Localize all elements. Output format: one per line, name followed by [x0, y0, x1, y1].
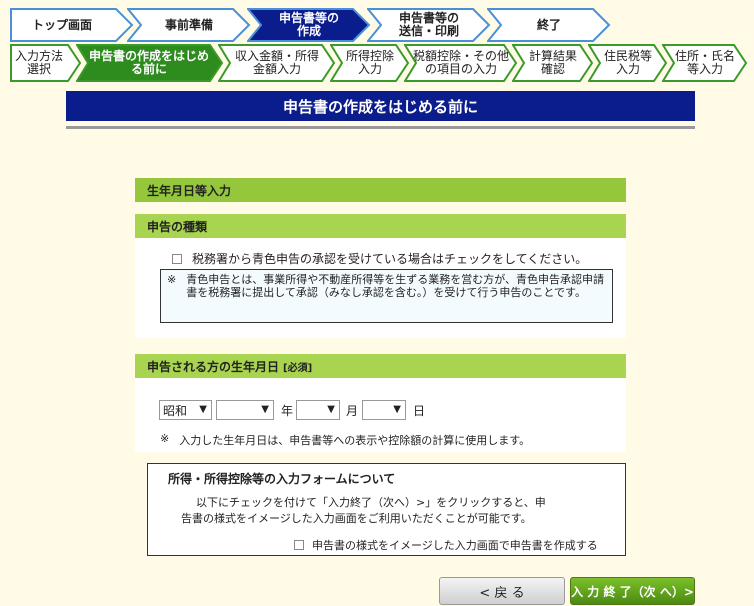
day-unit: 日 [413, 404, 426, 418]
birthdate-heading: 申告される方の生年月日 [147, 359, 280, 374]
substep-result-label: 計算結果 確認 [528, 49, 577, 76]
substep-income: 収入金額・所得 金額入力 [218, 44, 336, 82]
form-info-text-2: 告書の様式をイメージした入力画面をご利用いただくことが可能です。 [181, 512, 532, 525]
substep-tax-credit: 税額控除・その他 の項目の入力 [404, 44, 518, 82]
input-form-info-box: 所得・所得控除等の入力フォームについて 以下にチェックを付けて「入力終了（次へ）… [147, 463, 626, 556]
title-divider [66, 126, 695, 129]
substep-method: 入力方法 選択 [10, 44, 82, 82]
step-top: トップ画面 [10, 8, 134, 42]
era-select-value: 昭和 [163, 403, 188, 418]
era-select[interactable]: 昭和 ▼ [159, 400, 212, 420]
image-form-checkbox[interactable] [294, 540, 304, 550]
substep-before-label: 申告書の作成をはじめ る前に [88, 49, 209, 76]
step-send-label: 申告書等の 送信・印刷 [398, 11, 459, 38]
blue-return-checkbox[interactable] [172, 253, 182, 264]
year-unit: 年 [281, 404, 294, 418]
step-end-label: 終了 [536, 17, 561, 32]
next-button[interactable]: 入 力 終 了（次 へ）> [570, 577, 695, 605]
chevron-down-icon: ▼ [199, 404, 207, 415]
sub-step-bar: 入力方法 選択 申告書の作成をはじめ る前に 収入金額・所得 金額入力 所得控除… [10, 44, 754, 82]
section-header-birth-input: 生年月日等入力 [135, 178, 626, 202]
substep-result: 計算結果 確認 [512, 44, 594, 82]
step-create: 申告書等の 作成 [247, 8, 371, 42]
page-title: 申告書の作成をはじめる前に [66, 91, 695, 121]
substep-deduction: 所得控除 入力 [330, 44, 410, 82]
note-mark: ※ [160, 432, 170, 445]
month-select[interactable]: ▼ [296, 400, 340, 420]
image-form-option: 申告書の様式をイメージした入力画面で申告書を作成する [294, 537, 598, 553]
substep-before: 申告書の作成をはじめ る前に [76, 44, 224, 82]
substep-address-label: 住所・氏名 等入力 [674, 49, 735, 76]
section-header-filing-type: 申告の種類 [135, 214, 626, 238]
birthdate-note-text: 入力した生年月日は、申告書等への表示や控除額の計算に使用します。 [179, 434, 531, 447]
year-select[interactable]: ▼ [216, 400, 274, 420]
step-prep: 事前準備 [127, 8, 251, 42]
image-form-checkbox-label[interactable]: 申告書の様式をイメージした入力画面で申告書を作成する [312, 537, 598, 553]
step-create-label: 申告書等の 作成 [278, 11, 339, 38]
substep-address: 住所・氏名 等入力 [662, 44, 748, 82]
section-header-birthdate: 申告される方の生年月日 [必須] [135, 354, 626, 378]
chevron-down-icon: ▼ [393, 404, 401, 415]
blue-return-note-text: 青色申告とは、事業所得や不動産所得等を生ずる業務を営む方が、青色申告承認申請書を… [186, 273, 604, 299]
main-step-bar: トップ画面 事前準備 申告書等の 作成 申告書等の 送信・印刷 終了 [10, 8, 754, 42]
blue-return-note: ※ 青色申告とは、事業所得や不動産所得等を生ずる業務を営む方が、青色申告承認申請… [160, 269, 613, 323]
step-prep-label: 事前準備 [164, 17, 213, 32]
back-button[interactable]: < 戻 る [439, 577, 565, 605]
note-mark: ※ [167, 273, 177, 286]
day-select[interactable]: ▼ [362, 400, 406, 420]
substep-income-label: 収入金額・所得 金額入力 [234, 49, 319, 76]
chevron-down-icon: ▼ [327, 404, 335, 415]
substep-resident-tax-label: 住民税等 入力 [603, 49, 652, 76]
chevron-down-icon: ▼ [261, 404, 269, 415]
form-info-heading: 所得・所得控除等の入力フォームについて [168, 472, 396, 486]
step-top-label: トップ画面 [31, 17, 92, 32]
substep-method-label: 入力方法 選択 [14, 49, 63, 76]
substep-tax-credit-label: 税額控除・その他 の項目の入力 [412, 49, 509, 76]
required-badge: [必須] [283, 362, 313, 374]
blue-return-checkbox-label[interactable]: 税務署から青色申告の承認を受けている場合はチェックをしてください。 [192, 250, 587, 267]
substep-deduction-label: 所得控除 入力 [345, 49, 394, 76]
form-info-text-1: 以下にチェックを付けて「入力終了（次へ）>」をクリックすると、申 [196, 496, 546, 509]
month-unit: 月 [346, 404, 359, 418]
step-send: 申告書等の 送信・印刷 [367, 8, 491, 42]
birthdate-note: ※ 入力した生年月日は、申告書等への表示や控除額の計算に使用します。 [160, 432, 530, 448]
step-end: 終了 [487, 8, 611, 42]
blue-return-option: 税務署から青色申告の承認を受けている場合はチェックをしてください。 [172, 250, 587, 267]
substep-resident-tax: 住民税等 入力 [588, 44, 668, 82]
